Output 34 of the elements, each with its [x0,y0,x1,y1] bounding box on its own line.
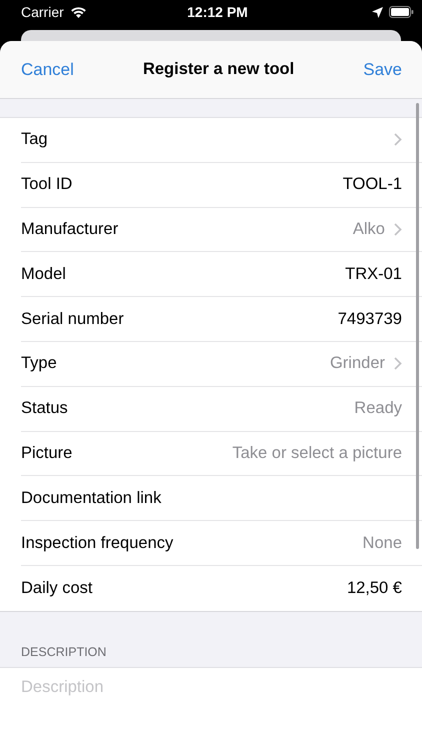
row-label: Manufacturer [21,220,120,239]
row-label: Daily cost [21,578,94,598]
row-value: 7493739 [338,310,402,329]
chevron-icon [394,222,402,236]
clock-time: 12:12 PM [187,4,248,20]
chevron-icon [394,357,402,370]
row-label: Picture [21,444,74,463]
row-value: Take or select a picture [232,444,402,463]
row-value: Alko [352,220,385,239]
form-row[interactable]: Daily cost 12,50 € [21,566,422,611]
wifi-icon [70,6,87,18]
location-arrow-icon [372,6,383,18]
row-label: Inspection frequency [21,534,174,553]
description-field[interactable]: Description [0,668,422,750]
battery-icon [388,6,414,18]
section-header: DESCRIPTION [21,644,106,659]
row-label: Serial number [21,310,125,329]
row-value: TRX-01 [345,264,402,284]
row-value: Grinder [330,354,385,374]
chevron-icon [394,133,402,146]
cancel-button[interactable]: Cancel [21,60,74,80]
row-label: Type [21,354,58,374]
sheet-title: Register a new tool [142,60,294,79]
row-value: TOOL-1 [342,175,402,194]
row-label: Tag [21,130,49,150]
row-value: None [362,534,402,553]
save-button[interactable]: Save [363,60,402,80]
carrier-label: Carrier [21,4,64,20]
row-label: Tool ID [21,175,74,194]
row-value: 12,50 € [346,578,402,598]
row-label: Model [21,264,67,284]
row-label: Documentation link [21,488,162,508]
row-value: Ready [354,399,402,418]
row-label: Status [21,399,69,418]
